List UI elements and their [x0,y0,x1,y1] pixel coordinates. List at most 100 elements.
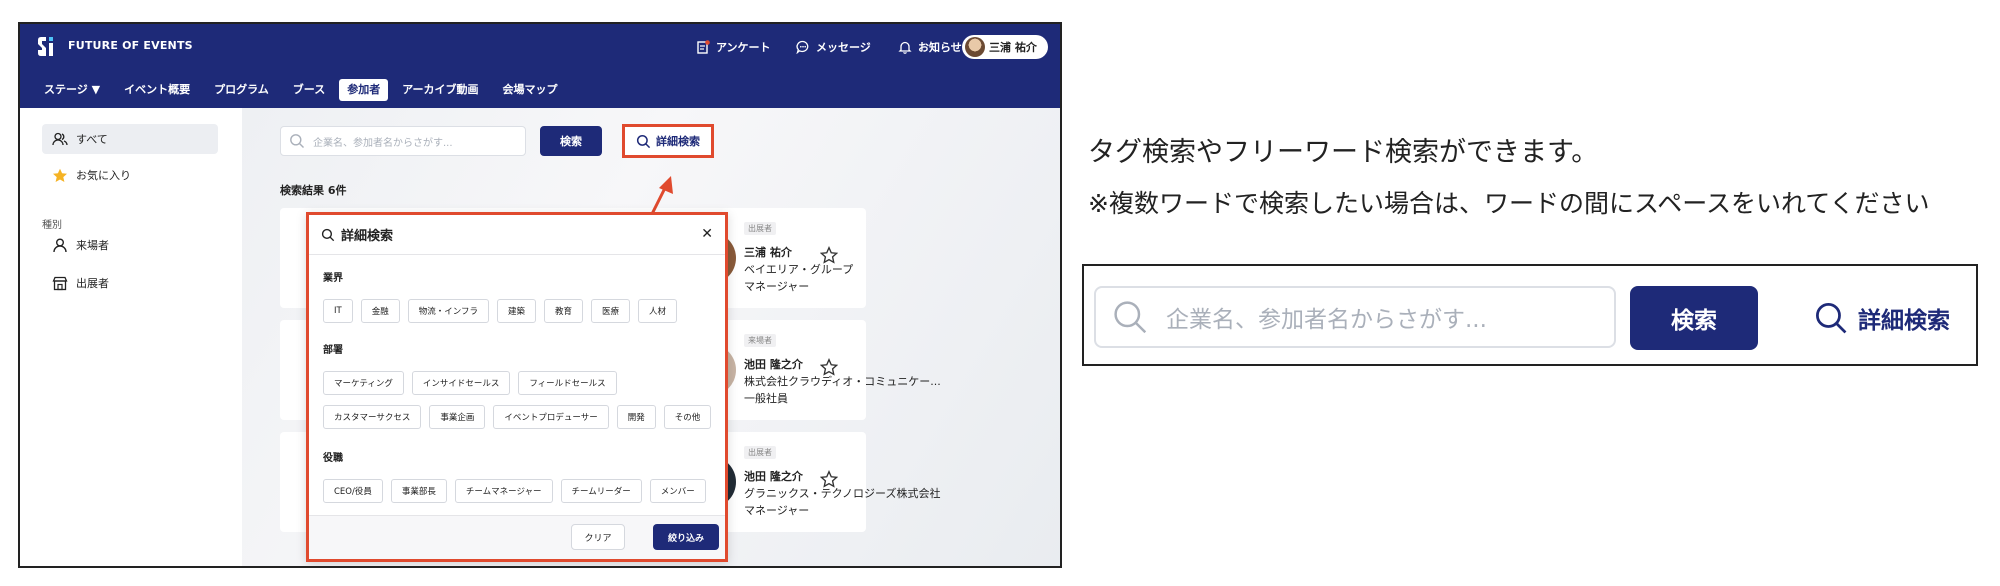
tag-chip[interactable]: チームマネージャー [454,479,553,503]
sidebar-item-all[interactable]: すべて [42,124,218,154]
participant-company: グラニックス・テクノロジーズ株式会社 [744,487,941,500]
search-icon [1114,301,1147,334]
users-icon [52,132,68,146]
nav-item-archive-videos[interactable]: アーカイブ動画 [392,79,488,101]
search-button[interactable]: 検索 [1630,286,1758,350]
tag-chip[interactable]: CEO/役員 [323,479,383,503]
result-count: 検索結果 6件 [280,184,347,197]
clear-button[interactable]: クリア [571,524,625,550]
tag-chip[interactable]: 建築 [496,299,536,323]
tag-chip[interactable]: 事業企画 [429,405,486,429]
tag-chip[interactable]: カスタマーサクセス [323,405,422,429]
person-icon [53,238,67,252]
star-outline-icon[interactable] [820,246,838,264]
sidebar-item-visitors[interactable]: 来場者 [42,230,109,260]
search-button[interactable]: 検索 [540,126,602,156]
search-icon [636,134,651,148]
top-bar: FUTURE OF EVENTS アンケート メッセージ お知らせ 三浦 祐介 … [20,24,1060,108]
app-screenshot: FUTURE OF EVENTS アンケート メッセージ お知らせ 三浦 祐介 … [18,22,1062,568]
industry-heading: 業界 [323,273,343,284]
logo-icon[interactable] [34,34,60,60]
department-heading: 部署 [323,345,343,356]
sidebar-item-label: すべて [76,133,108,146]
tag-chip[interactable]: 金融 [360,299,400,323]
tag-chip[interactable]: フィールドセールス [518,371,617,395]
sidebar-item-label: 出展者 [76,277,109,290]
brand-name[interactable]: FUTURE OF EVENTS [68,39,193,52]
notifications-link[interactable]: お知らせ [898,38,962,56]
main-nav: ステージ ▼ イベント概要 プログラム ブース 参加者 アーカイブ動画 会場マッ… [34,78,572,102]
survey-icon [697,40,710,54]
tag-chip[interactable]: 医療 [591,299,631,323]
participant-name: 池田 隆之介 [744,470,803,483]
nav-item-participants[interactable]: 参加者 [339,79,389,101]
zoomed-search-bar: 企業名、参加者名からさがす... 検索 詳細検索 [1082,264,1978,366]
tag-chip[interactable]: 人材 [638,299,678,323]
note-text: ※複数ワードで検索したい場合は、ワードの間にスペースをいれてください [1088,189,1930,218]
messages-label: メッセージ [816,41,871,54]
nav-item-program[interactable]: プログラム [204,79,279,101]
industry-tags: IT 金融 物流・インフラ 建築 教育 医療 人材 [323,299,678,323]
modal-footer: クリア 絞り込み [309,515,725,559]
bell-icon [898,41,912,54]
role-badge: 出展者 [744,446,776,459]
department-tags-row: マーケティング インサイドセールス フィールドセールス [323,371,617,395]
role-badge: 来場者 [744,334,776,347]
search-icon [321,228,335,241]
star-outline-icon[interactable] [820,358,838,376]
star-filled-icon [53,168,67,182]
sidebar-item-exhibitors[interactable]: 出展者 [42,268,109,298]
advanced-search-button[interactable]: 詳細検索 [622,124,714,158]
sidebar-item-label: お気に入り [76,169,131,182]
modal-header: 詳細検索 [309,215,725,255]
survey-link[interactable]: アンケート [696,38,771,56]
user-menu[interactable]: 三浦 祐介 [962,35,1048,59]
apply-filter-button[interactable]: 絞り込み [653,524,719,550]
store-icon [52,276,68,290]
sidebar-item-label: 来場者 [76,239,109,252]
nav-item-booth[interactable]: ブース [283,79,335,101]
tag-chip[interactable]: 事業部長 [390,479,447,503]
message-icon [796,40,809,54]
nav-item-event-overview[interactable]: イベント概要 [114,79,200,101]
tag-chip[interactable]: イベントプロデューサー [493,405,609,429]
tag-chip[interactable]: メンバー [649,479,706,503]
tag-chip[interactable]: マーケティング [323,371,404,395]
participant-title: 一般社員 [744,392,788,405]
sidebar-item-favorites[interactable]: お気に入り [42,160,131,190]
participant-name: 池田 隆之介 [744,358,803,371]
position-tags: CEO/役員 事業部長 チームマネージャー チームリーダー メンバー [323,479,706,503]
search-icon [290,134,304,148]
star-outline-icon[interactable] [820,470,838,488]
tag-chip[interactable]: 開発 [616,405,656,429]
sidebar-category-heading: 種別 [42,220,62,231]
notifications-label: お知らせ [918,41,962,54]
search-input[interactable]: 企業名、参加者名からさがす... [1094,286,1616,348]
search-placeholder: 企業名、参加者名からさがす... [313,137,453,149]
role-badge: 出展者 [744,222,776,235]
search-icon [1816,303,1847,334]
nav-item-stage[interactable]: ステージ ▼ [34,79,110,101]
modal-title: 詳細検索 [341,229,394,244]
search-input[interactable]: 企業名、参加者名からさがす... [280,126,526,156]
note-text: タグ検索やフリーワード検索ができます。 [1088,137,1599,168]
participant-name: 三浦 祐介 [744,246,792,259]
participant-title: マネージャー [744,504,810,517]
tag-chip[interactable]: インサイドセールス [411,371,511,395]
department-tags-row: カスタマーサクセス 事業企画 イベントプロデューサー 開発 その他 [323,405,712,429]
tag-chip[interactable]: その他 [663,405,712,429]
advanced-search-label: 詳細検索 [1858,308,1950,334]
tag-chip[interactable]: 教育 [543,299,583,323]
close-icon[interactable]: ✕ [701,226,713,242]
search-placeholder: 企業名、参加者名からさがす... [1166,307,1487,333]
tag-chip[interactable]: チームリーダー [560,479,642,503]
avatar [965,37,985,57]
tag-chip[interactable]: IT [323,299,353,323]
tag-chip[interactable]: 物流・インフラ [407,299,489,323]
advanced-search-modal: 詳細検索 ✕ 業界 IT 金融 物流・インフラ 建築 教育 医療 人材 部署 マ… [306,212,728,562]
messages-link[interactable]: メッセージ [796,38,871,56]
participant-company: 株式会社クラウディオ・コミュニケー... [744,375,941,388]
advanced-search-button[interactable]: 詳細検索 [1814,296,1950,340]
participant-title: マネージャー [744,280,810,293]
nav-item-venue-map[interactable]: 会場マップ [493,79,568,101]
